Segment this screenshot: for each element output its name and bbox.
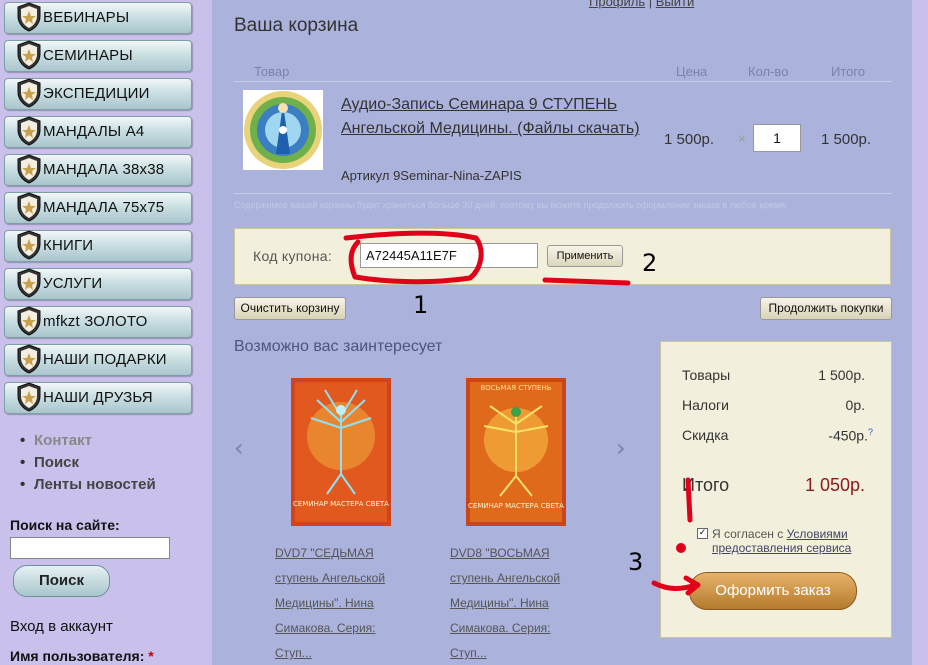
search-link[interactable]: Поиск [34, 454, 79, 471]
goods-value: 1 500р. [818, 367, 865, 383]
help-icon[interactable]: ? [868, 427, 873, 437]
menu-item[interactable]: МАНДАЛА 38x38 [2, 152, 194, 190]
dvd7-product-link[interactable]: DVD7 "СЕДЬМАЯ ступень Ангельской Медицин… [275, 541, 415, 665]
menu-item-label: СЕМИНАРЫ [43, 47, 133, 64]
shield-icon [17, 344, 41, 374]
product-sku: Артикул 9Seminar-Nina-ZAPIS [341, 168, 522, 183]
column-header-qty: Кол-во [748, 64, 789, 79]
menu-item[interactable]: КНИГИ [2, 228, 194, 266]
menu-item-label: МАНДАЛЫ А4 [43, 123, 145, 140]
category-menu: ВЕБИНАРЫ СЕМИНАРЫ ЭКСПЕДИЦИИ МАНДАЛЫ А4 МАНД… [2, 0, 194, 418]
menu-item[interactable]: МАНДАЛА 75x75 [2, 190, 194, 228]
times-icon: × [738, 131, 746, 146]
recommendations-title: Возможно вас заинтересует [234, 338, 443, 355]
menu-item-label: УСЛУГИ [43, 275, 103, 292]
menu-item-label: НАШИ ПОДАРКИ [43, 351, 167, 368]
menu-item-label: МАНДАЛА 75x75 [43, 199, 165, 216]
dvd8-cover-top-text: ВОСЬМАЯ СТУПЕНЬ [480, 384, 551, 392]
discount-value: -450р.? [828, 427, 873, 444]
menu-item[interactable]: УСЛУГИ [2, 266, 194, 304]
dvd8-product-link[interactable]: DVD8 "ВОСЬМАЯ ступень Ангельской Медицин… [450, 541, 590, 665]
cart-panel: Профиль | Выйти Ваша корзина Товар Цена … [212, 0, 912, 665]
dvd7-cover-image[interactable]: СЕМИНАР МАСТЕРА СВЕТА [291, 378, 391, 526]
menu-item[interactable]: mfkzt ЗОЛОТО [2, 304, 194, 342]
clear-cart-button[interactable]: Очистить корзину [234, 297, 346, 320]
username-label: Имя пользователя: * [10, 648, 154, 664]
shield-icon [17, 306, 41, 336]
place-order-button[interactable]: Оформить заказ [689, 572, 857, 610]
divider [234, 193, 892, 194]
apply-coupon-button[interactable]: Применить [547, 245, 623, 267]
coupon-label: Код купона: [253, 248, 333, 264]
goods-label: Товары [682, 367, 731, 383]
dvd8-cover-text: СЕМИНАР МАСТЕРА СВЕТА [468, 502, 564, 510]
total-value: 1 050р. [804, 475, 865, 495]
divider [234, 81, 892, 82]
tax-label: Налоги [682, 397, 729, 413]
menu-item-label: НАШИ ДРУЗЬЯ [43, 389, 153, 406]
product-line-total: 1 500р. [821, 131, 872, 148]
menu-item[interactable]: ВЕБИНАРЫ [2, 0, 194, 38]
login-title: Вход в аккаунт [10, 618, 113, 635]
shield-icon [17, 192, 41, 222]
shield-icon [17, 116, 41, 146]
menu-item-label: МАНДАЛА 38x38 [43, 161, 165, 178]
site-search-button[interactable]: Поиск [13, 565, 110, 597]
column-header-product: Товар [254, 64, 290, 79]
menu-item[interactable]: СЕМИНАРЫ [2, 38, 194, 76]
continue-shopping-button[interactable]: Продолжить покупки [760, 297, 892, 320]
shield-icon [17, 2, 41, 32]
profile-link[interactable]: Профиль [589, 0, 645, 9]
news-feeds-link[interactable]: Ленты новостей [34, 476, 156, 493]
chevron-left-icon[interactable]: ‹ [234, 434, 244, 462]
dvd8-cover-image[interactable]: ВОСЬМАЯ СТУПЕНЬ СЕМИНАР МАСТЕРА СВЕТА [466, 378, 566, 526]
menu-item-label: mfkzt ЗОЛОТО [43, 313, 148, 330]
shield-icon [17, 268, 41, 298]
shield-icon [17, 78, 41, 108]
product-price: 1 500р. [664, 131, 715, 148]
quantity-input[interactable]: 1 [753, 124, 801, 152]
menu-item[interactable]: МАНДАЛЫ А4 [2, 114, 194, 152]
menu-item[interactable]: НАШИ ПОДАРКИ [2, 342, 194, 380]
tax-value: 0р. [845, 397, 865, 413]
discount-label: Скидка [682, 427, 729, 443]
contact-link-row: • Контакт [20, 432, 92, 449]
left-sidebar: ВЕБИНАРЫ СЕМИНАРЫ ЭКСПЕДИЦИИ МАНДАЛЫ А4 МАНД… [0, 0, 212, 665]
menu-item-label: КНИГИ [43, 237, 94, 254]
coupon-box: Код купона: A72445A11E7F Применить [234, 228, 891, 285]
site-search-label: Поиск на сайте: [10, 517, 120, 533]
product-thumbnail[interactable] [243, 90, 323, 170]
column-header-price: Цена [676, 64, 708, 79]
page-title: Ваша корзина [234, 15, 359, 36]
menu-item[interactable]: ЭКСПЕДИЦИИ [2, 76, 194, 114]
site-search-input[interactable] [10, 537, 170, 559]
search-link-row: • Поиск [20, 454, 80, 471]
dvd7-cover-text: СЕМИНАР МАСТЕРА СВЕТА [293, 500, 389, 508]
sidebar-links: • Контакт • Поиск • Ленты новостей [20, 432, 156, 498]
shield-icon [17, 40, 41, 70]
menu-item[interactable]: НАШИ ДРУЗЬЯ [2, 380, 194, 418]
total-label: Итого [682, 475, 730, 495]
menu-item-label: ЭКСПЕДИЦИИ [43, 85, 150, 102]
coupon-input[interactable]: A72445A11E7F [360, 243, 538, 268]
shield-icon [17, 230, 41, 260]
column-header-total: Итого [831, 64, 866, 79]
account-links: Профиль | Выйти [589, 0, 694, 9]
required-mark: * [148, 648, 154, 664]
link-separator: | [648, 0, 653, 9]
cart-storage-notice: Содержимое вашей корзины будет храниться… [234, 200, 788, 210]
product-title-link[interactable]: Аудио-Запись Семинара 9 СТУПЕНЬ Ангельск… [341, 93, 641, 141]
contact-link[interactable]: Контакт [34, 432, 92, 449]
chevron-right-icon[interactable]: › [616, 434, 626, 462]
shield-icon [17, 154, 41, 184]
shield-icon [17, 382, 41, 412]
page-scrollbar[interactable] [912, 0, 928, 665]
terms-agreement: Я согласен с Условиями предоставления се… [712, 527, 852, 555]
terms-checkbox[interactable]: ✓ [697, 528, 708, 539]
menu-item-label: ВЕБИНАРЫ [43, 9, 130, 26]
logout-link[interactable]: Выйти [656, 0, 695, 9]
feeds-link-row: • Ленты новостей [20, 476, 156, 493]
order-summary: Товары 1 500р. Налоги 0р. Скидка -450р.?… [660, 341, 892, 638]
